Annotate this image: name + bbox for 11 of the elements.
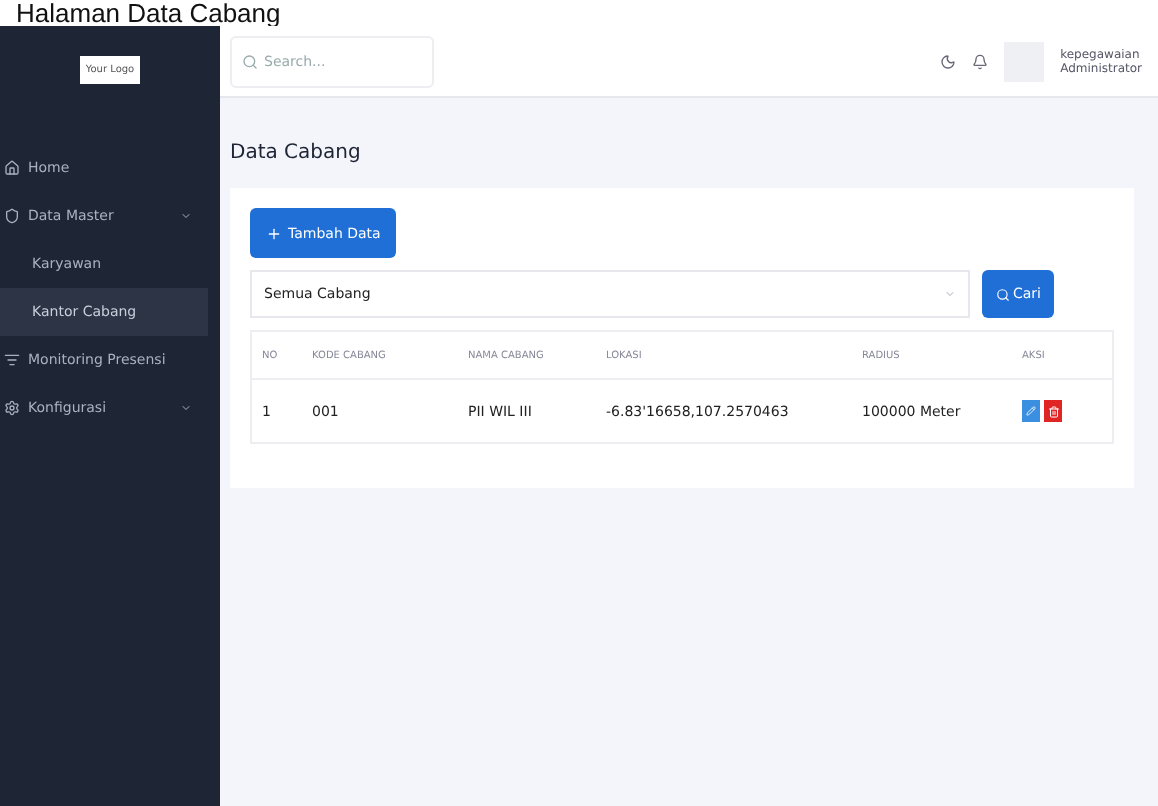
trash-icon [1047, 405, 1059, 417]
page-caption: Halaman Data Cabang [14, 0, 283, 26]
moon-icon[interactable] [940, 53, 957, 69]
page-title: Data Cabang [228, 140, 363, 168]
search-icon [995, 287, 1009, 301]
pencil-icon [1026, 406, 1036, 416]
delete-button[interactable] [1044, 400, 1062, 422]
plus-icon [266, 225, 282, 241]
chevron-icon [944, 288, 956, 300]
search-icon [242, 53, 258, 69]
bell-icon[interactable] [972, 53, 989, 69]
